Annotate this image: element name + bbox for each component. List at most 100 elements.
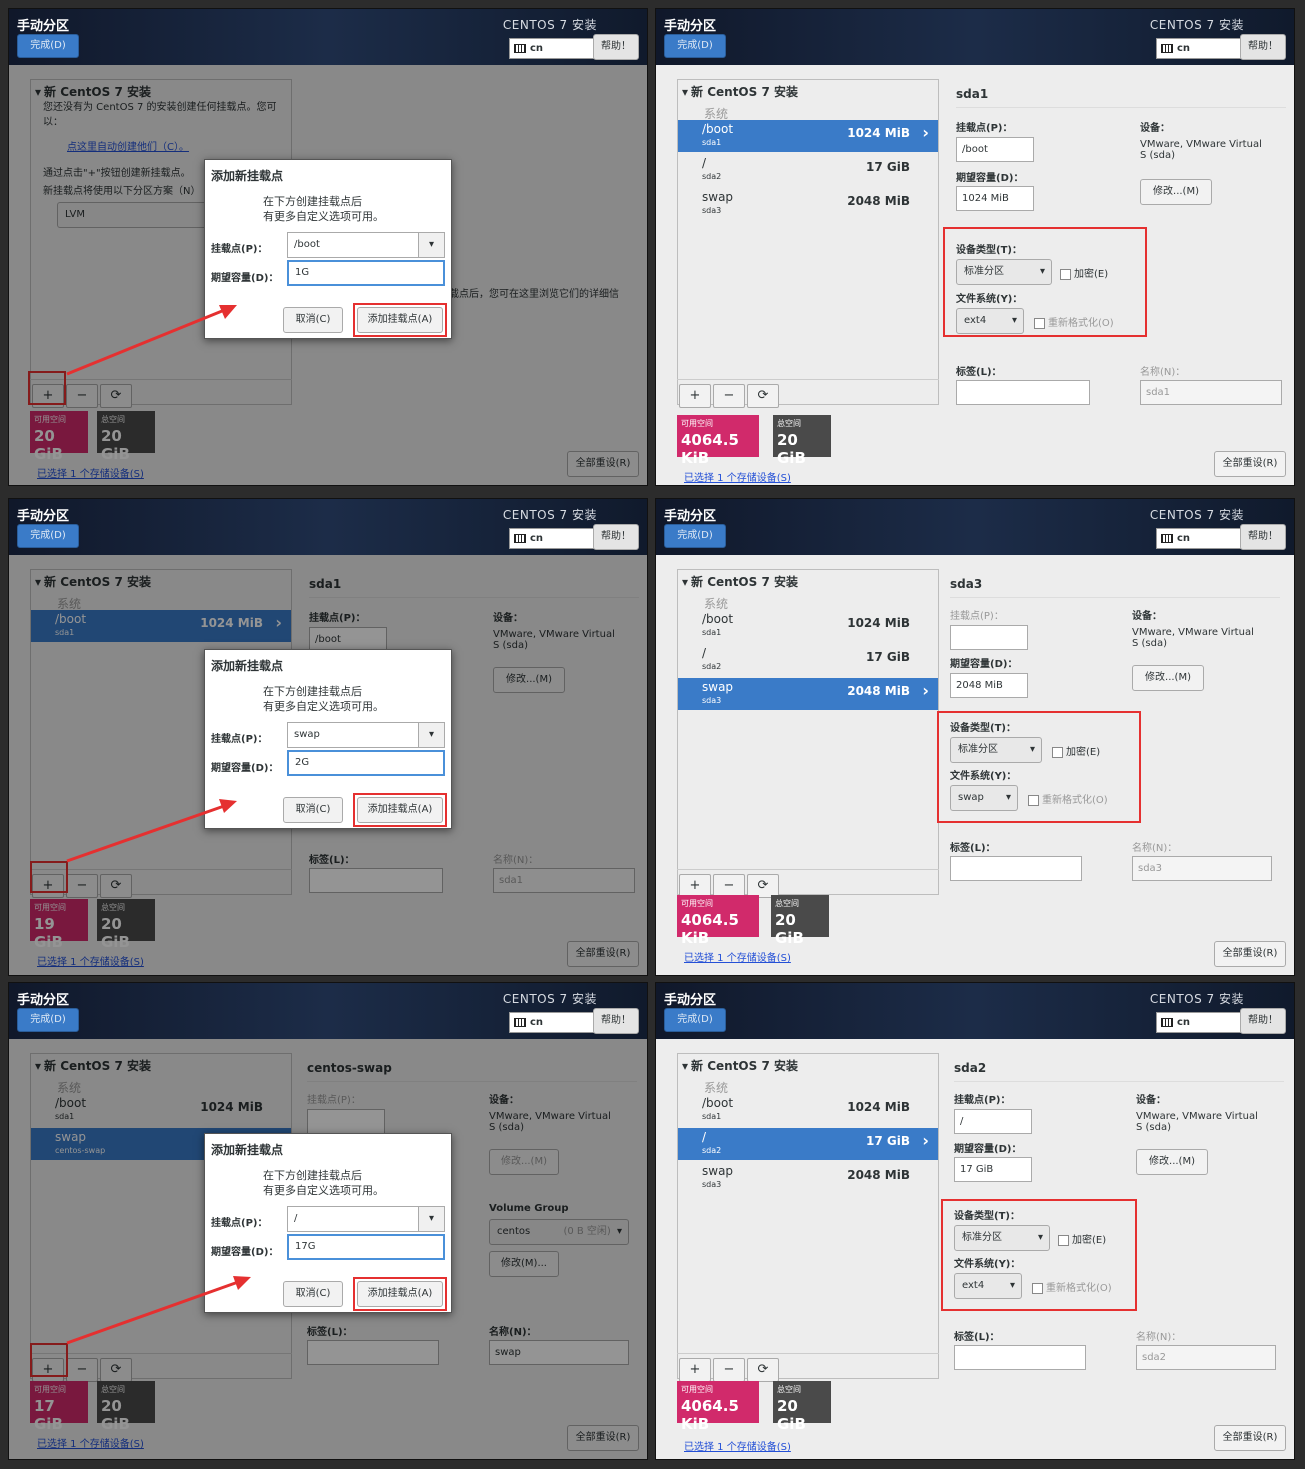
mount-row-swap[interactable]: swap sda3 2048 MiB: [678, 1162, 938, 1194]
header-bar: 手动分区 完成(D) CENTOS 7 安装 cn 帮助！: [656, 9, 1294, 65]
product-title: CENTOS 7 安装: [502, 18, 597, 32]
keyboard-icon: [1161, 1018, 1173, 1027]
mount-point-combo[interactable]: swap ▾: [287, 722, 445, 748]
dialog-title: 添加新挂载点: [211, 169, 284, 183]
help-button[interactable]: 帮助！: [1240, 1008, 1286, 1034]
add-mount-button[interactable]: +: [679, 384, 711, 408]
tree-header[interactable]: 新 CentOS 7 安装: [682, 1057, 798, 1074]
product-title: CENTOS 7 安装: [1149, 508, 1244, 522]
storage-devices-link[interactable]: 已选择 1 个存储设备(S): [684, 1438, 791, 1453]
available-space: 可用空间 4064.5 KiB: [677, 895, 759, 947]
total-space: 总空间 20 GiB: [771, 895, 829, 947]
label-input[interactable]: [950, 856, 1082, 881]
cancel-button[interactable]: 取消(C): [283, 1281, 343, 1307]
capacity-input[interactable]: 17G: [287, 1234, 445, 1260]
capacity-input[interactable]: 1G: [287, 260, 445, 286]
mount-row-swap[interactable]: swap sda3 2048 MiB ›: [678, 678, 938, 710]
done-button[interactable]: 完成(D): [17, 1008, 79, 1032]
keyboard-indicator[interactable]: cn: [509, 38, 595, 59]
done-button[interactable]: 完成(D): [17, 524, 79, 548]
tree-header[interactable]: 新 CentOS 7 安装: [682, 83, 798, 100]
mount-input[interactable]: [950, 625, 1028, 650]
device-label: 设备：: [1132, 611, 1162, 622]
add-mount-dialog: 添加新挂载点 在下方创建挂载点后 有更多自定义选项可用。 挂载点(P)： 期望容量…: [204, 159, 452, 339]
help-button[interactable]: 帮助！: [1240, 524, 1286, 550]
mount-row-boot[interactable]: /boot sda1 1024 MiB ›: [678, 120, 938, 152]
chevron-down-icon[interactable]: ▾: [418, 723, 444, 747]
product-title: CENTOS 7 安装: [502, 508, 597, 522]
storage-devices-link[interactable]: 已选择 1 个存储设备(S): [684, 949, 791, 964]
panel-2: 手动分区 完成(D) CENTOS 7 安装 cn 帮助！ 新 CentOS 7…: [655, 8, 1295, 486]
capacity-input[interactable]: 2G: [287, 750, 445, 776]
mount-row-root[interactable]: / sda2 17 GiB ›: [678, 1128, 938, 1160]
dialog-capacity-label: 期望容量(D)：: [211, 763, 279, 774]
refresh-button[interactable]: ⟳: [747, 384, 779, 408]
mount-point-combo[interactable]: / ▾: [287, 1206, 445, 1232]
mount-row-root[interactable]: / sda2 17 GiB: [678, 154, 938, 186]
done-button[interactable]: 完成(D): [664, 524, 726, 548]
keyboard-indicator[interactable]: cn: [1156, 1012, 1242, 1033]
keyboard-icon: [514, 534, 526, 543]
keyboard-indicator[interactable]: cn: [509, 1012, 595, 1033]
dialog-mount-label: 挂载点(P)：: [211, 734, 268, 745]
capacity-input[interactable]: 2048 MiB: [950, 673, 1028, 698]
total-space: 总空间 20 GiB: [773, 1381, 831, 1433]
cancel-button[interactable]: 取消(C): [283, 307, 343, 333]
keyboard-icon: [514, 44, 526, 53]
total-space: 总空间 20 GiB: [773, 415, 831, 467]
mount-input[interactable]: /: [954, 1109, 1032, 1134]
done-button[interactable]: 完成(D): [17, 34, 79, 58]
label-input[interactable]: [956, 380, 1090, 405]
name-input[interactable]: sda3: [1132, 856, 1272, 881]
name-input[interactable]: sda1: [1140, 380, 1282, 405]
mount-point-combo[interactable]: /boot ▾: [287, 232, 445, 258]
help-button[interactable]: 帮助！: [593, 524, 639, 550]
modify-button[interactable]: 修改...(M): [1140, 179, 1212, 205]
reset-all-button[interactable]: 全部重设(R): [1214, 941, 1286, 967]
remove-mount-button[interactable]: −: [713, 1358, 745, 1382]
done-button[interactable]: 完成(D): [664, 1008, 726, 1032]
mount-row-root[interactable]: / sda2 17 GiB: [678, 644, 938, 676]
dialog-capacity-label: 期望容量(D)：: [211, 273, 279, 284]
capacity-input[interactable]: 1024 MiB: [956, 186, 1034, 211]
dialog-mount-label: 挂载点(P)：: [211, 244, 268, 255]
help-button[interactable]: 帮助！: [593, 34, 639, 60]
storage-devices-link[interactable]: 已选择 1 个存储设备(S): [684, 469, 791, 484]
tree-header[interactable]: 新 CentOS 7 安装: [682, 573, 798, 590]
mount-row-boot[interactable]: /boot sda1 1024 MiB: [678, 1094, 938, 1126]
name-label: 名称(N)：: [1140, 367, 1186, 378]
keyboard-indicator[interactable]: cn: [1156, 38, 1242, 59]
reset-all-button[interactable]: 全部重设(R): [1214, 451, 1286, 477]
chevron-down-icon[interactable]: ▾: [418, 1207, 444, 1231]
mount-row-boot[interactable]: /boot sda1 1024 MiB: [678, 610, 938, 642]
panel-5: 手动分区 完成(D) CENTOS 7 安装 cn 帮助！ 新 CentOS 7…: [8, 982, 648, 1460]
page-title: 手动分区: [17, 993, 70, 1008]
capacity-input[interactable]: 17 GiB: [954, 1157, 1032, 1182]
available-space: 可用空间 4064.5 KiB: [677, 1381, 759, 1433]
device-value: VMware, VMware Virtual S (sda): [1136, 1111, 1258, 1133]
device-name: sda2: [954, 1061, 987, 1075]
help-button[interactable]: 帮助！: [593, 1008, 639, 1034]
name-input[interactable]: sda2: [1136, 1345, 1276, 1370]
header-bar: 手动分区 完成(D) CENTOS 7 安装 cn 帮助！: [656, 499, 1294, 555]
keyboard-indicator[interactable]: cn: [509, 528, 595, 549]
mount-row-swap[interactable]: swap sda3 2048 MiB: [678, 188, 938, 220]
done-button[interactable]: 完成(D): [664, 34, 726, 58]
modify-button[interactable]: 修改...(M): [1132, 665, 1204, 691]
product-title: CENTOS 7 安装: [502, 992, 597, 1006]
help-button[interactable]: 帮助！: [1240, 34, 1286, 60]
add-mount-button[interactable]: +: [679, 1358, 711, 1382]
refresh-button[interactable]: ⟳: [747, 1358, 779, 1382]
mount-input[interactable]: /boot: [956, 137, 1034, 162]
modify-button[interactable]: 修改...(M): [1136, 1149, 1208, 1175]
chevron-down-icon[interactable]: ▾: [418, 233, 444, 257]
dialog-mount-label: 挂载点(P)：: [211, 1218, 268, 1229]
label-input[interactable]: [954, 1345, 1086, 1370]
highlight-box: [937, 711, 1141, 823]
remove-mount-button[interactable]: −: [713, 384, 745, 408]
reset-all-button[interactable]: 全部重设(R): [1214, 1425, 1286, 1451]
keyboard-indicator[interactable]: cn: [1156, 528, 1242, 549]
header-bar: 手动分区 完成(D) CENTOS 7 安装 cn 帮助！: [9, 983, 647, 1039]
chevron-right-icon: ›: [922, 123, 929, 142]
cancel-button[interactable]: 取消(C): [283, 797, 343, 823]
